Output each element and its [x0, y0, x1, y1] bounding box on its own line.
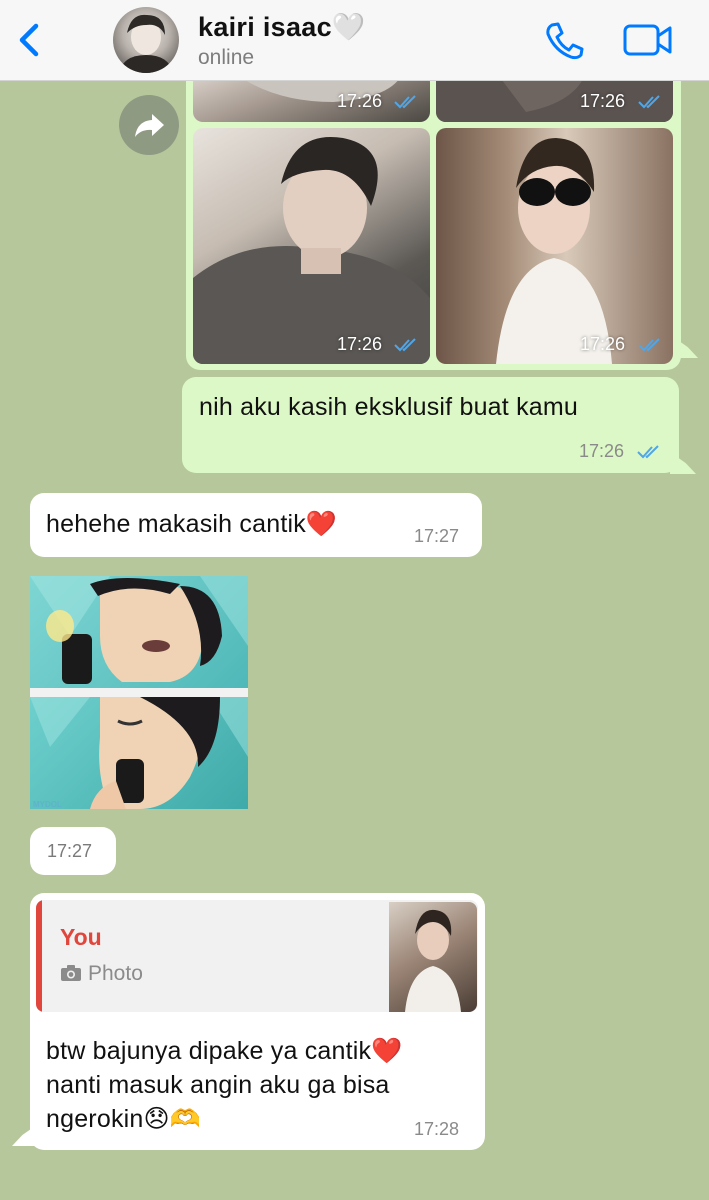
message-time: 17:28 [414, 1119, 460, 1139]
forward-arrow-icon [135, 114, 164, 137]
sticker-drawing [30, 576, 248, 684]
sticker-image[interactable]: MYDOL [30, 576, 248, 809]
quote-author: You [60, 924, 102, 950]
video-camera-icon [623, 24, 672, 56]
voice-call-button[interactable] [543, 20, 585, 60]
message-time: 17:26 [337, 334, 383, 354]
quote-type: Photo [88, 962, 143, 985]
bubble-tail [12, 1124, 38, 1146]
quoted-reply[interactable]: You Photo [36, 900, 478, 1012]
double-check-icon [638, 338, 660, 352]
message-text: hehehe makasih cantik❤️ [46, 510, 338, 538]
message-time: 17:26 [337, 91, 383, 111]
message-time: 17:27 [414, 526, 460, 546]
sticker-panel [30, 697, 248, 809]
camera-icon [61, 965, 81, 981]
contact-avatar[interactable] [113, 7, 179, 73]
message-text-line: ngerokin😞🫶 [46, 1105, 202, 1133]
message-time: 17:26 [580, 91, 626, 111]
double-check-icon [638, 95, 660, 109]
contact-name[interactable]: kairi isaac🤍 [198, 11, 366, 43]
photo-image [405, 909, 461, 1012]
double-check-icon [637, 445, 659, 459]
message-text: nih aku kasih eksklusif buat kamu [199, 393, 579, 421]
message-text-line: btw bajunya dipake ya cantik❤️ [46, 1037, 403, 1065]
photo-thumbnail[interactable] [436, 128, 673, 364]
message-time: 17:27 [47, 841, 93, 861]
message-text-line: nanti masuk angin aku ga bisa [46, 1071, 390, 1099]
photo-image [496, 138, 612, 364]
video-call-button[interactable] [622, 22, 674, 58]
quote-accent-bar [36, 900, 42, 1012]
sticker-drawing [30, 697, 248, 809]
message-time: 17:26 [580, 334, 626, 354]
phone-icon [546, 22, 584, 60]
photo-thumbnail[interactable] [193, 128, 430, 364]
double-check-icon [394, 338, 416, 352]
double-check-icon [394, 95, 416, 109]
photo-image [193, 136, 430, 364]
sticker-watermark: MYDOL [33, 800, 62, 809]
forward-button[interactable] [119, 95, 179, 155]
sticker-panel [30, 576, 248, 688]
avatar-image [119, 14, 173, 73]
chat-header: kairi isaac🤍 online [0, 0, 709, 81]
bubble-tail [672, 336, 698, 358]
quote-photo-thumbnail [389, 902, 477, 1012]
back-button[interactable] [14, 20, 44, 60]
message-time: 17:26 [579, 441, 625, 461]
contact-status: online [198, 46, 255, 69]
chevron-left-icon [19, 23, 39, 57]
bubble-tail [670, 452, 696, 474]
